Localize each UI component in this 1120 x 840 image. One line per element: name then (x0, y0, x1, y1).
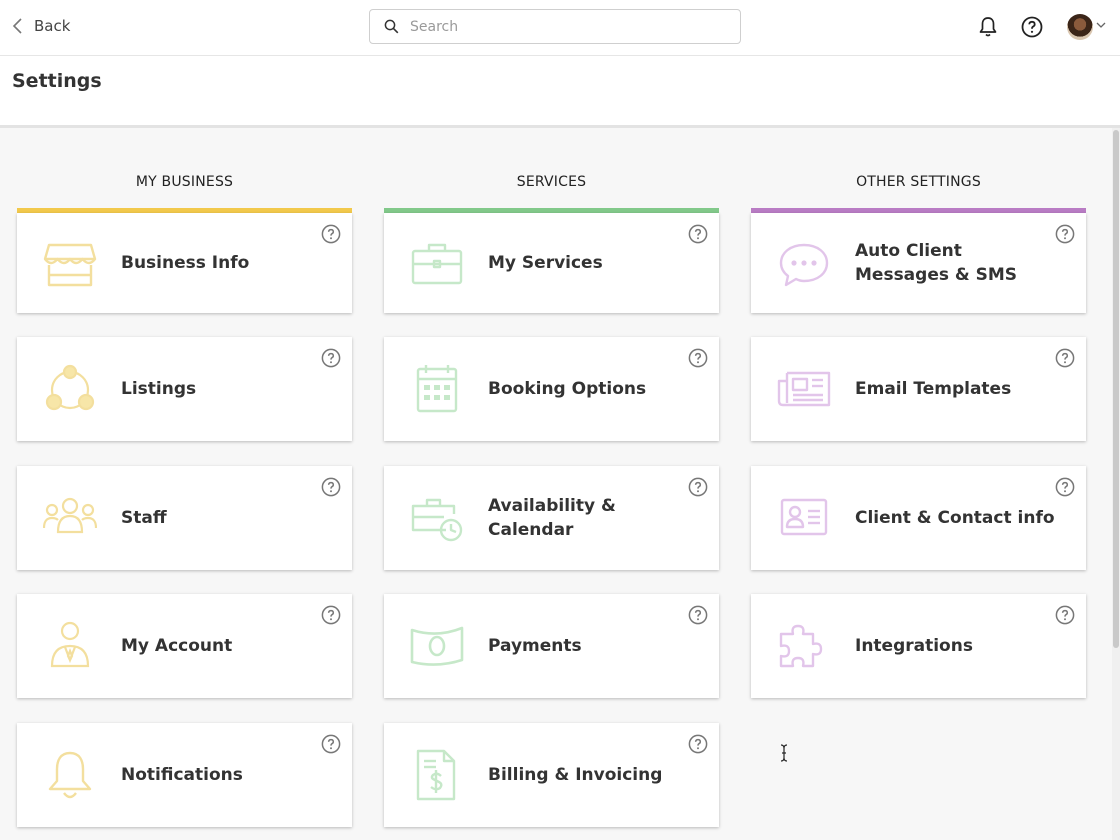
notification-bell-icon[interactable] (976, 15, 1000, 39)
help-icon[interactable] (1020, 15, 1044, 39)
column-heading-other-settings: OTHER SETTINGS (856, 174, 981, 190)
help-icon[interactable] (1055, 477, 1075, 497)
listings-network-icon (45, 364, 95, 411)
search-icon (384, 19, 399, 34)
help-icon[interactable] (1055, 224, 1075, 244)
help-icon[interactable] (688, 734, 708, 754)
card-label: Email Templates (855, 379, 1012, 399)
card-label: My Services (488, 253, 603, 273)
settings-card-my-services[interactable]: My Services (384, 213, 719, 313)
card-label: Listings (121, 379, 197, 399)
back-button[interactable]: Back (12, 17, 70, 35)
briefcase-icon (411, 243, 463, 285)
help-icon[interactable] (321, 734, 341, 754)
help-icon[interactable] (321, 348, 341, 368)
settings-card-staff[interactable]: Staff (17, 466, 352, 570)
banknote-icon (410, 626, 464, 666)
search-box[interactable] (369, 9, 741, 44)
help-icon[interactable] (688, 605, 708, 625)
help-icon[interactable] (688, 477, 708, 497)
puzzle-icon (779, 624, 823, 668)
help-icon[interactable] (1055, 605, 1075, 625)
settings-card-booking-options[interactable]: Booking Options (384, 337, 719, 441)
help-icon[interactable] (321, 224, 341, 244)
card-label: My Account (121, 636, 233, 656)
settings-card-business-info[interactable]: Business Info (17, 213, 352, 313)
settings-card-billing-invoicing[interactable]: Billing & Invoicing (384, 723, 719, 827)
settings-content: MY BUSINESS SERVICES OTHER SETTINGS Busi… (0, 130, 1112, 840)
briefcase-clock-icon (411, 498, 463, 542)
staff-group-icon (43, 497, 97, 534)
settings-card-integrations[interactable]: Integrations (751, 594, 1086, 698)
settings-card-availability-calendar[interactable]: Availability & Calendar (384, 466, 719, 570)
user-avatar[interactable] (1067, 14, 1093, 40)
title-bar: Settings (0, 56, 1120, 128)
scrollbar-thumb[interactable] (1113, 130, 1119, 648)
storefront-icon (43, 243, 97, 287)
card-label: Auto Client Messages & SMS (855, 241, 1018, 285)
card-label: Billing & Invoicing (488, 765, 663, 785)
card-label: Payments (488, 636, 582, 656)
invoice-dollar-icon (416, 749, 456, 801)
card-label: Client & Contact info (855, 508, 1055, 528)
help-icon[interactable] (1055, 348, 1075, 368)
search-input[interactable] (410, 18, 730, 35)
calendar-grid-icon (416, 365, 458, 413)
settings-card-payments[interactable]: Payments (384, 594, 719, 698)
back-label: Back (34, 17, 71, 35)
help-icon[interactable] (688, 348, 708, 368)
card-label: Notifications (121, 765, 243, 785)
settings-card-client-contact-info[interactable]: Client & Contact info (751, 466, 1086, 570)
contact-card-icon (780, 498, 828, 536)
card-label: Staff (121, 508, 167, 528)
card-label: Business Info (121, 253, 250, 273)
settings-card-email-templates[interactable]: Email Templates (751, 337, 1086, 441)
page-title: Settings (12, 70, 102, 92)
column-heading-my-business: MY BUSINESS (135, 174, 234, 190)
bell-icon (48, 751, 92, 799)
column-heading-services: SERVICES (516, 174, 587, 190)
chat-bubble-icon (779, 243, 829, 287)
newspaper-icon (777, 371, 831, 407)
card-label: Availability & Calendar (488, 496, 616, 540)
help-icon[interactable] (321, 477, 341, 497)
chevron-down-icon[interactable] (1096, 21, 1106, 29)
settings-card-auto-client-messages[interactable]: Auto Client Messages & SMS (751, 213, 1086, 313)
settings-card-notifications[interactable]: Notifications (17, 723, 352, 827)
card-label: Booking Options (488, 379, 647, 399)
user-account-icon (50, 621, 90, 668)
card-label: Integrations (855, 636, 973, 656)
text-cursor-icon (780, 744, 788, 762)
top-bar: Back (0, 0, 1120, 56)
settings-card-my-account[interactable]: My Account (17, 594, 352, 698)
chevron-left-icon (12, 18, 22, 34)
settings-card-listings[interactable]: Listings (17, 337, 352, 441)
help-icon[interactable] (321, 605, 341, 625)
help-icon[interactable] (688, 224, 708, 244)
